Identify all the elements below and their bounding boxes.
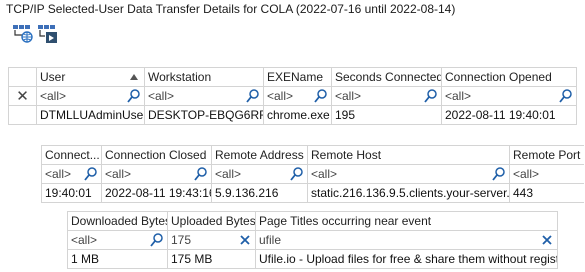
cell-uploaded-bytes[interactable]: 175 MB (167, 249, 256, 269)
search-icon[interactable] (559, 88, 573, 104)
column-header-remote-address[interactable]: Remote Address (211, 145, 308, 165)
cell-connect[interactable]: 19:40:01 (41, 183, 102, 203)
grid-transfer-bytes: Downloaded Bytes Uploaded Bytes Page Tit… (67, 211, 558, 269)
row-selector[interactable] (8, 105, 37, 125)
table-row[interactable]: 19:40:01 2022-08-11 19:43:16 5.9.136.216… (41, 183, 584, 203)
filter-seconds-connected[interactable]: <all> (331, 86, 442, 106)
cell-remote-host[interactable]: static.216.136.9.5.clients.your-server.d… (307, 183, 510, 203)
cell-remote-port[interactable]: 443 (509, 183, 584, 203)
search-icon[interactable] (194, 166, 208, 182)
window-title: TCP/IP Selected-User Data Transfer Detai… (6, 2, 456, 16)
filter-page-titles[interactable]: ufile (255, 230, 558, 250)
filter-workstation[interactable]: <all> (144, 86, 264, 106)
column-header-remote-host[interactable]: Remote Host (307, 145, 510, 165)
filter-remote-port[interactable]: <all> (509, 164, 584, 184)
filter-user[interactable]: <all> (36, 86, 145, 106)
table-row[interactable]: 1 MB 175 MB Ufile.io - Upload files for … (67, 249, 558, 269)
filter-connect[interactable]: <all> (41, 164, 102, 184)
search-icon[interactable] (150, 232, 164, 248)
cell-page-titles[interactable]: Ufile.io - Upload files for free & share… (255, 249, 558, 269)
grid-connection-details: Connect... Connection Closed Remote Addr… (41, 145, 584, 203)
grid-user-sessions: User Workstation EXEName Seconds Connect… (8, 67, 577, 125)
column-header-page-titles[interactable]: Page Titles occurring near event (255, 211, 558, 231)
sort-ascending-icon (130, 74, 138, 80)
cell-remote-address[interactable]: 5.9.136.216 (211, 183, 308, 203)
column-header-user[interactable]: User (36, 67, 145, 87)
network-users-icon[interactable] (12, 24, 34, 44)
filter-remote-host[interactable]: <all> (307, 164, 510, 184)
cell-downloaded-bytes[interactable]: 1 MB (67, 249, 168, 269)
cell-connection-closed[interactable]: 2022-08-11 19:43:16 (101, 183, 212, 203)
column-header-workstation[interactable]: Workstation (144, 67, 264, 87)
column-header-connect[interactable]: Connect... (41, 145, 102, 165)
column-header-connection-closed[interactable]: Connection Closed (101, 145, 212, 165)
cell-seconds-connected[interactable]: 195 (331, 105, 442, 125)
cell-user[interactable]: DTMLLUAdminUser (36, 105, 145, 125)
search-icon[interactable] (492, 166, 506, 182)
table-row[interactable]: DTMLLUAdminUser DESKTOP-EBQG6RR chrome.e… (8, 105, 577, 125)
cell-workstation[interactable]: DESKTOP-EBQG6RR (144, 105, 264, 125)
filter-uploaded-bytes[interactable]: 175 (167, 230, 256, 250)
search-icon[interactable] (127, 88, 141, 104)
search-icon[interactable] (424, 88, 438, 104)
cell-connection-opened[interactable]: 2022-08-11 19:40:01 (441, 105, 577, 125)
filter-connection-opened[interactable]: <all> (441, 86, 577, 106)
column-header-uploaded-bytes[interactable]: Uploaded Bytes (167, 211, 256, 231)
filter-downloaded-bytes[interactable]: <all> (67, 230, 168, 250)
column-header-connection-opened[interactable]: Connection Opened (441, 67, 577, 87)
search-icon[interactable] (290, 166, 304, 182)
search-icon[interactable] (314, 88, 328, 104)
filter-connection-closed[interactable]: <all> (101, 164, 212, 184)
clear-filters-icon[interactable]: ✕ (8, 86, 37, 106)
row-selector-header[interactable] (8, 67, 37, 87)
clear-filter-icon[interactable] (238, 232, 252, 248)
cell-exename[interactable]: chrome.exe (263, 105, 332, 125)
filter-remote-address[interactable]: <all> (211, 164, 308, 184)
column-header-downloaded-bytes[interactable]: Downloaded Bytes (67, 211, 168, 231)
column-header-seconds-connected[interactable]: Seconds Connected (331, 67, 442, 87)
column-header-exename[interactable]: EXEName (263, 67, 332, 87)
clear-filter-icon[interactable] (540, 232, 554, 248)
column-header-remote-port[interactable]: Remote Port (509, 145, 584, 165)
search-icon[interactable] (246, 88, 260, 104)
search-icon[interactable] (84, 166, 98, 182)
filter-exename[interactable]: <all> (263, 86, 332, 106)
export-icon[interactable] (37, 24, 59, 44)
